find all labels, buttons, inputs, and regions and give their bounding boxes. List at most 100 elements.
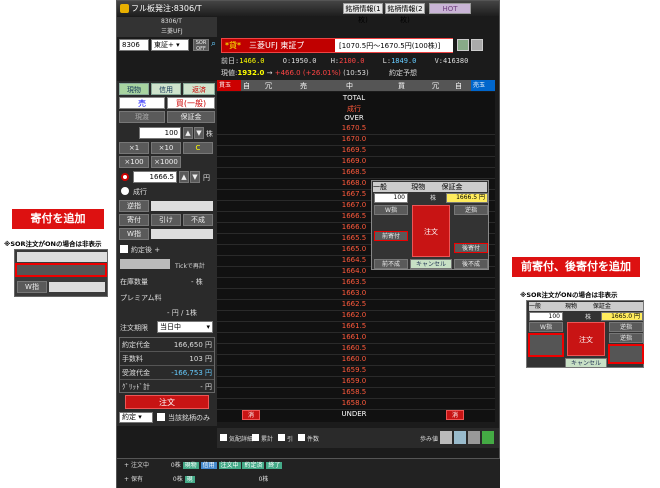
rc-w: W指 xyxy=(529,322,563,332)
ladder-price-row[interactable]: 1659.5 xyxy=(317,366,391,374)
toolbar-check-detail[interactable] xyxy=(220,434,227,441)
tab-margin[interactable]: 信用 xyxy=(151,83,181,95)
ladder-price-row[interactable]: 1660.0 xyxy=(317,355,391,363)
qty-x100[interactable]: ×100 xyxy=(119,156,149,168)
hiki-button[interactable]: 引け xyxy=(151,214,181,226)
buy-button[interactable]: 買(一般) xyxy=(167,97,215,109)
toolbar-check-close[interactable] xyxy=(278,434,285,441)
popup-gofunari[interactable]: 後不成 xyxy=(454,259,488,269)
ladder-price-row[interactable]: 1670.5 xyxy=(317,124,391,132)
fixed-checkbox[interactable] xyxy=(120,245,128,253)
ladder-header-own2: 自 xyxy=(455,82,462,90)
ladder-cancel-left[interactable]: 消 xyxy=(242,410,260,420)
toolbar-lock-icon[interactable] xyxy=(468,431,480,444)
sor-toggle[interactable]: SOR OFF xyxy=(193,39,209,52)
popup-maeyori[interactable]: 前寄付 xyxy=(374,231,408,241)
tab-close[interactable]: 返済 xyxy=(183,83,215,95)
qty-x1000[interactable]: ×1000 xyxy=(151,156,181,168)
popup-zenfunari[interactable]: 前不成 xyxy=(374,259,408,269)
this-stock-checkbox[interactable] xyxy=(157,413,165,421)
ladder-cancel-right[interactable]: 消 xyxy=(446,410,464,420)
period-value: 当日中 xyxy=(160,323,181,331)
popup-w[interactable]: W指 xyxy=(374,205,408,215)
popup-atoyori[interactable]: 後寄付 xyxy=(454,243,488,253)
order-button[interactable]: 注文 xyxy=(125,395,209,409)
history-select[interactable]: 約定 ▾ xyxy=(119,412,153,423)
qty-up[interactable]: ▲ xyxy=(183,127,193,139)
qty-x10[interactable]: ×10 xyxy=(151,142,181,154)
rc-reverse2: 逆指 xyxy=(609,333,643,343)
ladder-price-row[interactable]: 1658.0 xyxy=(317,399,391,407)
status-row-hold: + 保有 0株 現 0株 xyxy=(124,476,269,483)
amount-value-3: - 円 xyxy=(200,383,212,391)
price-down[interactable]: ▼ xyxy=(190,171,200,183)
yori-button[interactable]: 寄付 xyxy=(119,214,149,226)
open-value: 1950.0 xyxy=(291,57,317,65)
right-callout-note: ※SOR注文がONの場合は非表示 xyxy=(520,291,618,299)
ladder-price-row[interactable]: 1670.0 xyxy=(317,135,391,143)
right-callout-panel: 一般 現物 保証金 100 株 1665.0 円 W指 注文 逆指 逆指 キャン… xyxy=(526,300,644,368)
ladder-price-row[interactable]: 1663.0 xyxy=(317,289,391,297)
popup-cancel[interactable]: キャンセル xyxy=(410,259,452,269)
tab-spot[interactable]: 現物 xyxy=(119,83,149,95)
ladder-header-bid: 買 xyxy=(398,82,405,90)
qty-x1[interactable]: ×1 xyxy=(119,142,149,154)
grid-icon[interactable] xyxy=(471,39,483,51)
price-input[interactable]: 1666.5 xyxy=(133,171,177,183)
reverse-button[interactable]: 逆指 xyxy=(119,200,149,212)
now-arrow: → xyxy=(266,69,273,77)
search-icon[interactable]: ⌕ xyxy=(211,39,221,51)
period-select[interactable]: 当日中 ▾ xyxy=(157,321,213,333)
status-hold-spot: 現 xyxy=(184,476,195,483)
toolbar-chart-icon[interactable] xyxy=(440,431,452,444)
ladder-price-row[interactable]: 1660.5 xyxy=(317,344,391,352)
price-radio[interactable] xyxy=(121,173,129,181)
toolbar-table-icon[interactable] xyxy=(454,431,466,444)
qty-input[interactable]: 100 xyxy=(139,127,181,139)
toolbar-label-detail: 気配詳細 xyxy=(229,436,254,443)
history-value: 約定 xyxy=(122,413,136,421)
ladder-price-row[interactable]: 1659.0 xyxy=(317,377,391,385)
market-value: 東証+ xyxy=(154,41,174,49)
price-up[interactable]: ▲ xyxy=(179,171,189,183)
symbol-code-input[interactable]: 8306 xyxy=(119,39,149,51)
amount-label-0: 約定代金 xyxy=(122,341,150,349)
popup-order-button[interactable]: 注文 xyxy=(412,205,450,257)
ladder-total: TOTAL xyxy=(342,94,366,102)
now-change: +466.0 (+26.01%) xyxy=(274,69,341,77)
window-title: フル板発注:8306/T xyxy=(131,4,202,13)
ladder-price-row[interactable]: 1669.5 xyxy=(317,146,391,154)
tick-label: Tickで再計 xyxy=(175,263,205,270)
settings-icon[interactable] xyxy=(457,39,469,51)
sell-button[interactable]: 売 xyxy=(119,97,165,109)
ladder-price-row[interactable]: 1662.5 xyxy=(317,300,391,308)
toolbar-label-ticks: 歩み値 xyxy=(420,436,439,443)
toolbar-label-cumulative: 累計 xyxy=(261,436,274,443)
status-hold-label: 保有 xyxy=(130,476,143,483)
ladder-price-row[interactable]: 1668.5 xyxy=(317,168,391,176)
tab-info-1[interactable]: 銘柄情報(1枚) xyxy=(343,3,383,24)
popup-price[interactable]: 1666.5 円 xyxy=(446,193,488,203)
toolbar-check-count[interactable] xyxy=(298,434,305,441)
ladder-price-row[interactable]: 1663.5 xyxy=(317,278,391,286)
market-select[interactable]: 東証+ ▾ xyxy=(151,39,189,51)
ladder-price-row[interactable]: 1661.0 xyxy=(317,333,391,341)
tab-info-2[interactable]: 銘柄情報(2枚) xyxy=(385,3,425,24)
qty-down[interactable]: ▼ xyxy=(194,127,204,139)
qty-clear[interactable]: C xyxy=(183,142,213,154)
popup-qty[interactable]: 100 xyxy=(374,193,408,203)
ladder-price-row[interactable]: 1662.0 xyxy=(317,311,391,319)
ladder-price-row[interactable]: 1658.5 xyxy=(317,388,391,396)
ladder-header-own: 自 xyxy=(243,82,250,90)
ladder-price-row[interactable]: 1661.5 xyxy=(317,322,391,330)
w-button[interactable]: W指 xyxy=(119,228,149,240)
tab-hot[interactable]: HOT xyxy=(429,3,471,14)
deliver-button[interactable]: 現渡 xyxy=(119,111,165,123)
funari-button[interactable]: 不成 xyxy=(183,214,213,226)
toolbar-check-cumulative[interactable] xyxy=(252,434,259,441)
guarantee-button[interactable]: 保証金 xyxy=(167,111,215,123)
popup-reverse[interactable]: 逆指 xyxy=(454,205,488,215)
toolbar-pin-icon[interactable] xyxy=(482,431,494,444)
market-radio[interactable] xyxy=(121,187,129,195)
ladder-price-row[interactable]: 1669.0 xyxy=(317,157,391,165)
